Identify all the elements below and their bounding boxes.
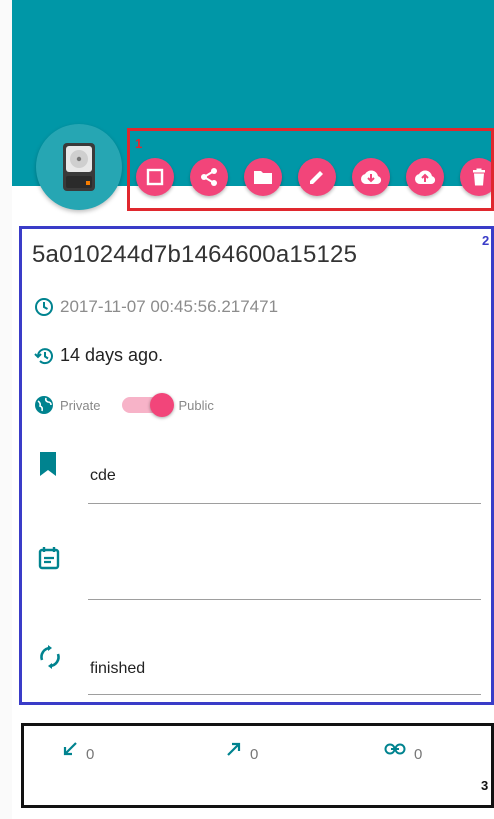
annotation-box-toolbar bbox=[127, 128, 494, 211]
annotation-box-stats bbox=[21, 723, 494, 808]
annotation-label-2: 2 bbox=[482, 233, 490, 248]
outbound-count: 0 bbox=[250, 746, 259, 763]
visibility-row: Private Public bbox=[34, 393, 214, 417]
timestamp-row: 2017-11-07 00:45:56.217471 bbox=[34, 297, 278, 317]
description-field-underline bbox=[88, 599, 481, 600]
link-icon bbox=[384, 743, 406, 754]
item-id-title: 5a010244d7b1464600a15125 bbox=[32, 241, 358, 268]
globe-icon bbox=[35, 396, 53, 414]
history-icon bbox=[34, 347, 53, 364]
annotation-label-1: 1 bbox=[135, 136, 143, 151]
inbound-stat[interactable]: 0 bbox=[62, 740, 94, 763]
visibility-toggle[interactable] bbox=[122, 393, 175, 417]
annotation-label-3: 3 bbox=[481, 778, 489, 793]
status-field-value[interactable]: finished bbox=[90, 660, 145, 678]
bookmark-icon bbox=[40, 452, 56, 476]
event-note-icon bbox=[38, 547, 60, 570]
avatar bbox=[36, 124, 122, 210]
inbound-count: 0 bbox=[86, 746, 95, 763]
outbound-stat[interactable]: 0 bbox=[226, 740, 258, 763]
private-label: Private bbox=[60, 397, 101, 413]
tag-field-underline bbox=[88, 503, 481, 504]
arrow-up-right-icon bbox=[227, 742, 241, 756]
public-label: Public bbox=[178, 397, 214, 413]
relative-time-row: 14 days ago. bbox=[34, 345, 163, 366]
arrow-down-left-icon bbox=[63, 741, 77, 755]
clock-icon bbox=[35, 298, 53, 316]
sync-icon bbox=[40, 645, 60, 669]
links-count: 0 bbox=[414, 746, 423, 763]
relative-time-text: 14 days ago. bbox=[60, 345, 164, 365]
tag-field-value[interactable]: cde bbox=[90, 467, 116, 485]
links-stat[interactable]: 0 bbox=[384, 740, 422, 763]
status-field-underline bbox=[88, 694, 481, 695]
toggle-knob bbox=[150, 393, 175, 417]
timestamp-text: 2017-11-07 00:45:56.217471 bbox=[60, 297, 279, 316]
hard-drive-icon bbox=[63, 143, 95, 191]
